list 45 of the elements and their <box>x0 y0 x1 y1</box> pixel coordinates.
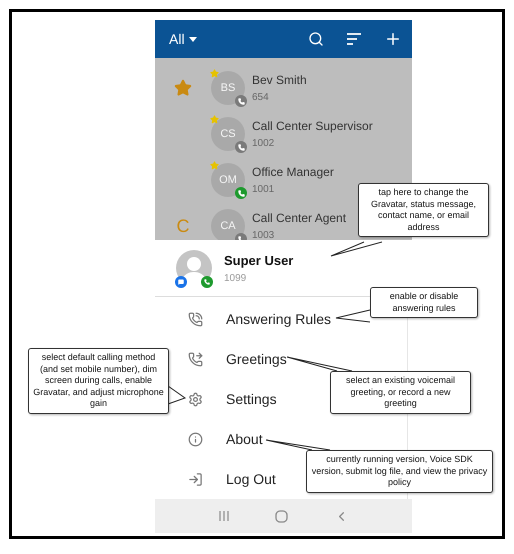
contact-name: Call Center Supervisor <box>252 119 373 133</box>
leader-line <box>330 242 382 256</box>
contact-name: Office Manager <box>252 165 334 179</box>
callout-tooltip: tap here to change the Gravatar, status message, contact name, or email address <box>358 183 489 237</box>
contact-avatar: BS <box>211 71 245 105</box>
add-button[interactable] <box>384 30 402 48</box>
contact-extension: 1003 <box>252 230 276 240</box>
filter-dropdown[interactable]: All <box>169 31 185 47</box>
contact-avatar: OM <box>211 163 245 197</box>
leader-line <box>336 310 370 322</box>
callout-tooltip: enable or disable answering rules <box>370 287 478 318</box>
profile-extension: 1099 <box>224 272 248 284</box>
phone-status-icon <box>201 276 213 288</box>
callout-tooltip: select default calling method (and set mobile number), dim screen during calls, enable Gravatar, and adjust microphone gain <box>28 348 169 414</box>
search-button[interactable] <box>308 31 324 47</box>
leader-line <box>286 356 352 372</box>
menu-item[interactable]: Greetings <box>188 339 287 379</box>
contact-avatar: CS <box>211 117 245 151</box>
callout-tooltip: currently running version, Voice SDK version, submit log file, and view the privacy policy <box>306 450 493 492</box>
phone-forward-icon <box>188 352 203 366</box>
menu-item[interactable]: Answering Rules <box>188 299 332 339</box>
contact-name: Call Center Agent <box>252 211 346 225</box>
contact-extension: 654 <box>252 92 270 103</box>
sort-button[interactable] <box>346 32 362 46</box>
info-icon <box>188 432 203 446</box>
star-icon <box>174 79 192 97</box>
login-icon <box>188 472 203 486</box>
menu-item[interactable]: Settings <box>188 379 277 419</box>
callout-tooltip: select an existing voicemail greeting, or record a new greeting <box>330 371 471 414</box>
menu-item[interactable]: Log Out <box>188 459 276 499</box>
leader-line <box>266 440 330 450</box>
menu-item[interactable]: About <box>188 419 263 459</box>
contact-avatar: CA <box>211 209 245 240</box>
chat-status-icon <box>175 276 187 288</box>
home-button[interactable] <box>275 510 288 522</box>
recents-button[interactable] <box>218 510 230 522</box>
profile-name: Super User <box>224 252 294 268</box>
section-letter: C <box>176 216 190 236</box>
contact-name: Bev Smith <box>252 73 307 87</box>
contact-extension: 1001 <box>252 184 276 195</box>
caret-icon <box>188 36 197 42</box>
contact-extension: 1002 <box>252 138 276 149</box>
settings-icon <box>188 392 203 406</box>
leader-line <box>168 386 186 404</box>
phone-call-icon <box>188 312 203 326</box>
